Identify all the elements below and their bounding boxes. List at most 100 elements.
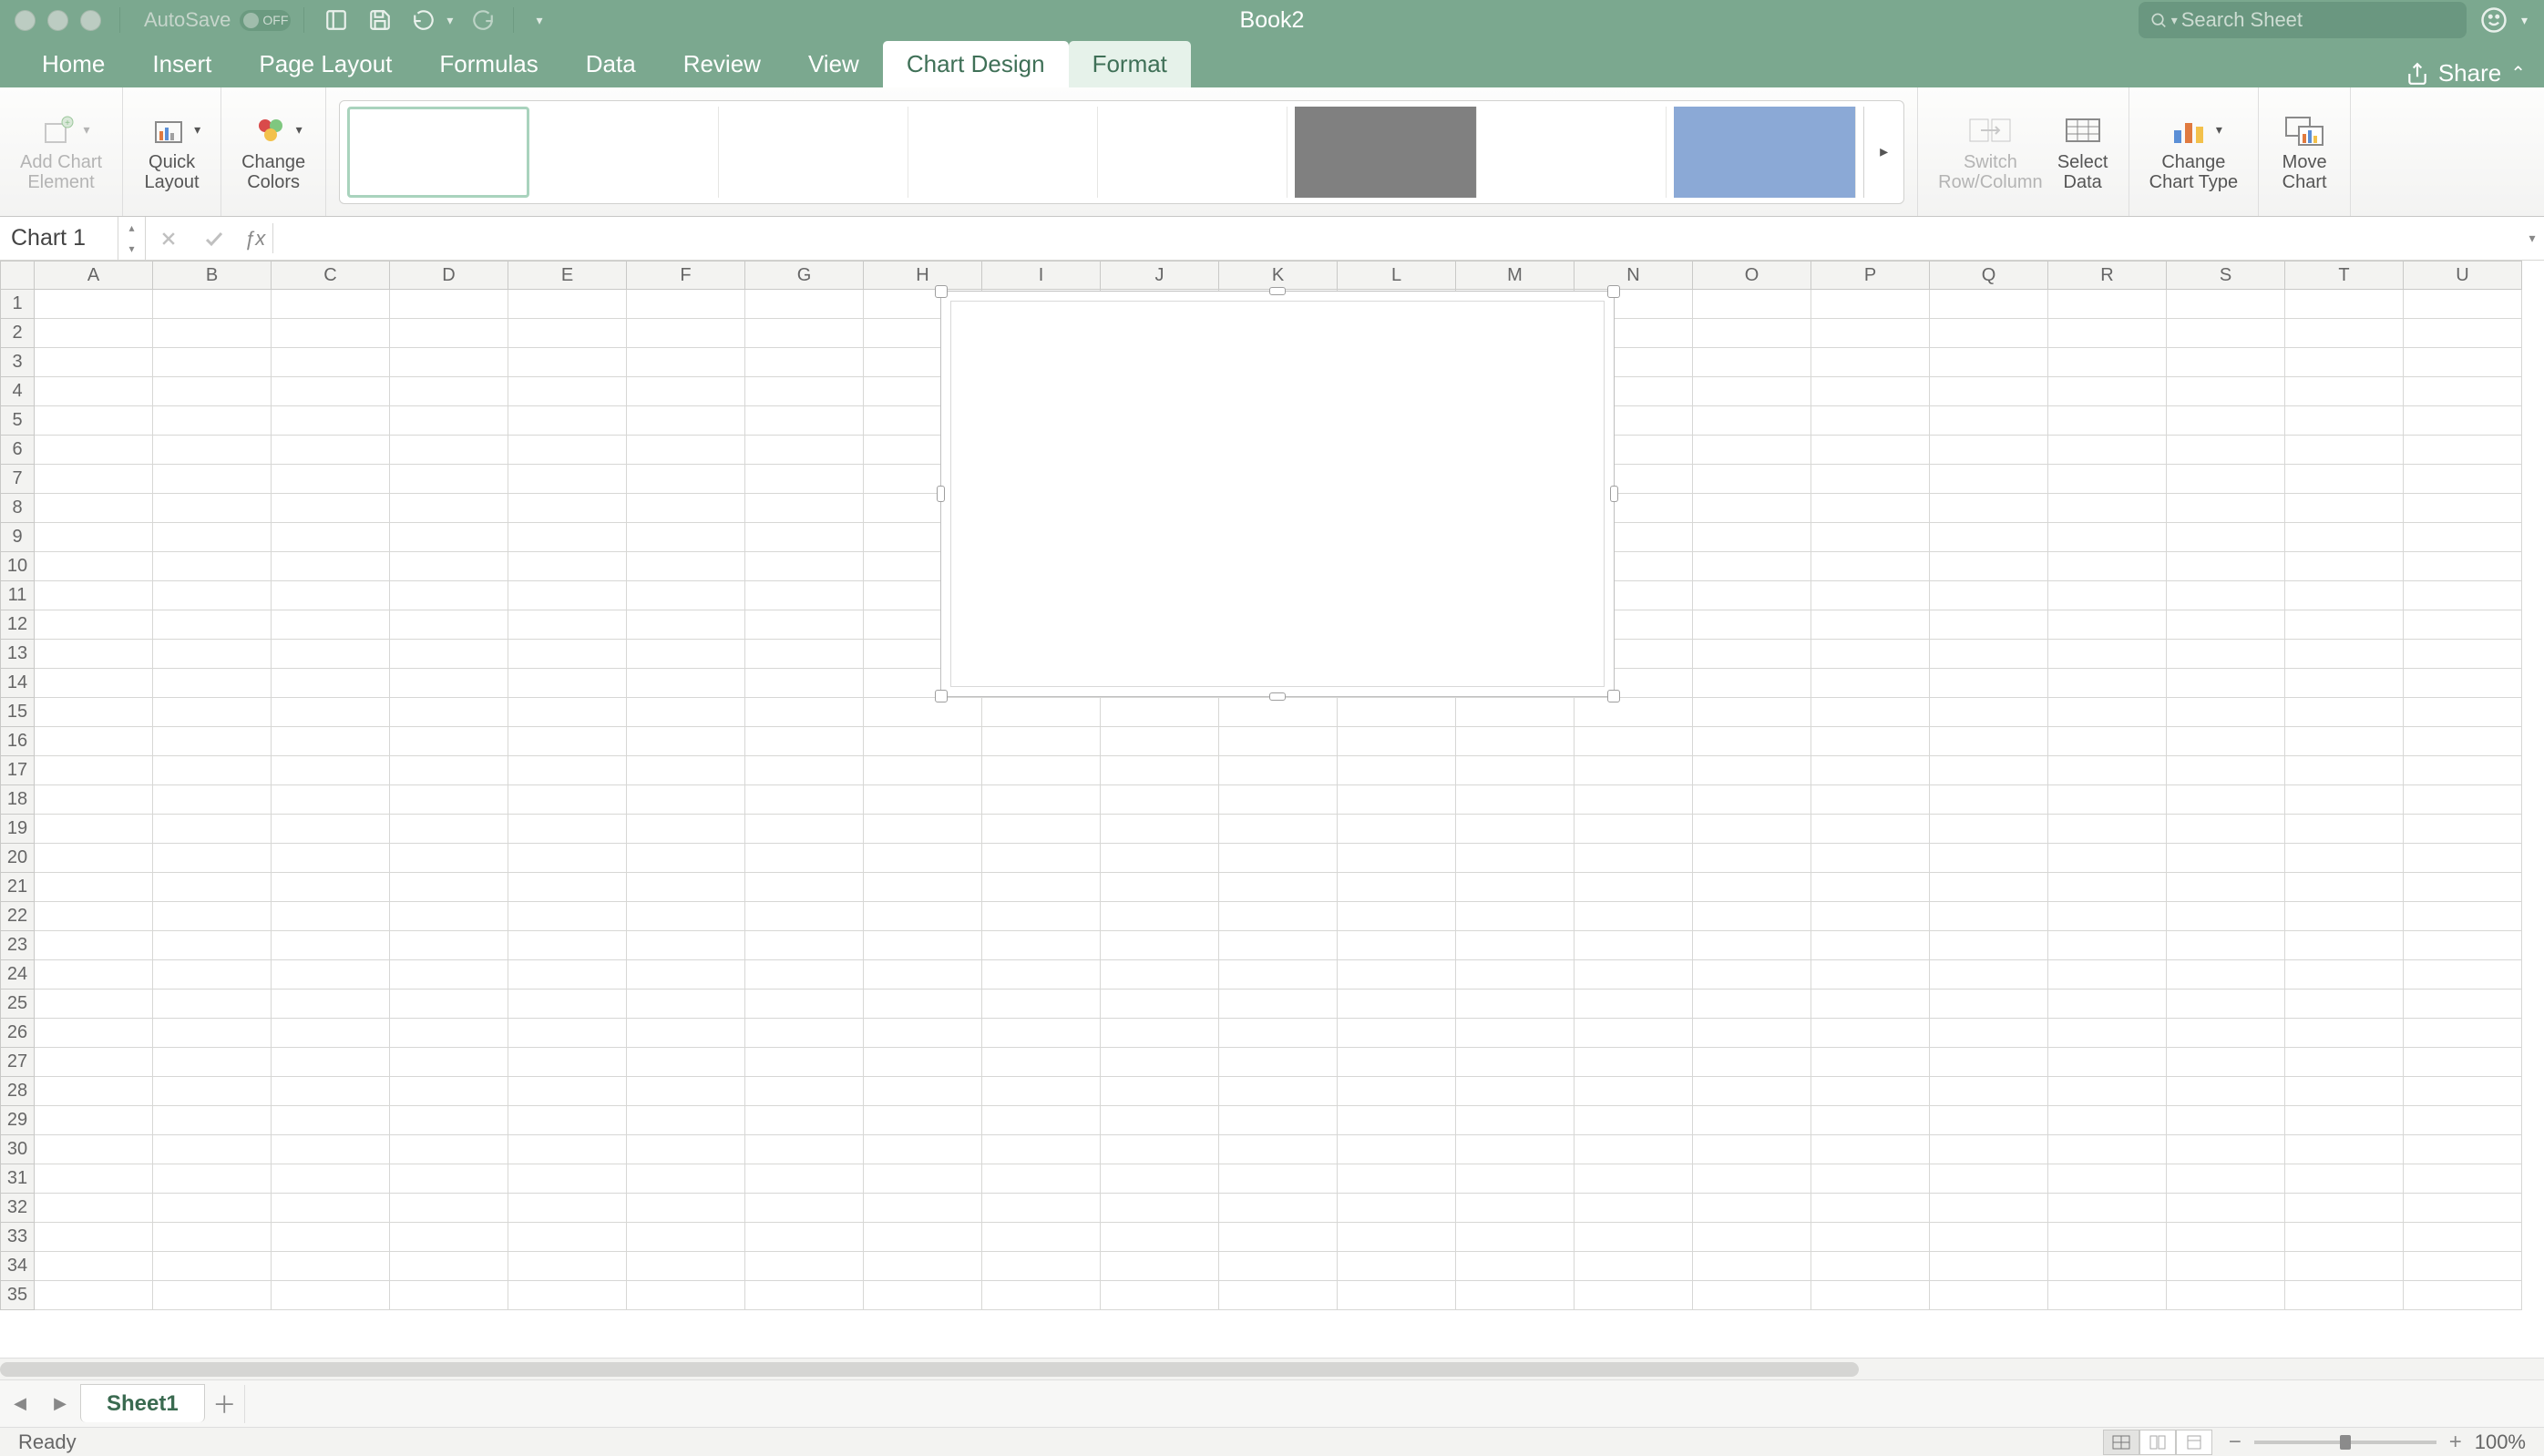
cell-D9[interactable]: [390, 523, 508, 552]
cell-F23[interactable]: [627, 931, 745, 960]
cell-E20[interactable]: [508, 844, 627, 873]
cell-E34[interactable]: [508, 1252, 627, 1281]
cell-J29[interactable]: [1101, 1106, 1219, 1135]
cell-P13[interactable]: [1811, 640, 1930, 669]
cell-F12[interactable]: [627, 610, 745, 640]
cell-L19[interactable]: [1338, 815, 1456, 844]
cell-T2[interactable]: [2285, 319, 2404, 348]
cell-H21[interactable]: [864, 873, 982, 902]
chevron-down-icon[interactable]: ▾: [118, 239, 145, 261]
cell-O33[interactable]: [1693, 1223, 1811, 1252]
cell-F13[interactable]: [627, 640, 745, 669]
cell-A12[interactable]: [35, 610, 153, 640]
cell-M26[interactable]: [1456, 1019, 1575, 1048]
cell-E5[interactable]: [508, 406, 627, 436]
cell-F26[interactable]: [627, 1019, 745, 1048]
cell-C14[interactable]: [272, 669, 390, 698]
cell-E31[interactable]: [508, 1164, 627, 1194]
cell-F31[interactable]: [627, 1164, 745, 1194]
cell-B11[interactable]: [153, 581, 272, 610]
cell-D14[interactable]: [390, 669, 508, 698]
cell-M19[interactable]: [1456, 815, 1575, 844]
cell-J25[interactable]: [1101, 989, 1219, 1019]
cell-C24[interactable]: [272, 960, 390, 989]
cell-R16[interactable]: [2048, 727, 2167, 756]
cell-H23[interactable]: [864, 931, 982, 960]
cell-D29[interactable]: [390, 1106, 508, 1135]
cell-A7[interactable]: [35, 465, 153, 494]
cell-P24[interactable]: [1811, 960, 1930, 989]
cell-U34[interactable]: [2404, 1252, 2522, 1281]
column-header-K[interactable]: K: [1219, 261, 1338, 290]
cell-M23[interactable]: [1456, 931, 1575, 960]
cell-N35[interactable]: [1575, 1281, 1693, 1310]
cell-N21[interactable]: [1575, 873, 1693, 902]
cell-H25[interactable]: [864, 989, 982, 1019]
cell-E23[interactable]: [508, 931, 627, 960]
cell-G25[interactable]: [745, 989, 864, 1019]
cell-U19[interactable]: [2404, 815, 2522, 844]
cell-K18[interactable]: [1219, 785, 1338, 815]
cell-U28[interactable]: [2404, 1077, 2522, 1106]
cell-T20[interactable]: [2285, 844, 2404, 873]
cell-R32[interactable]: [2048, 1194, 2167, 1223]
cell-E6[interactable]: [508, 436, 627, 465]
cell-K16[interactable]: [1219, 727, 1338, 756]
cell-A11[interactable]: [35, 581, 153, 610]
cell-D28[interactable]: [390, 1077, 508, 1106]
cell-Q28[interactable]: [1930, 1077, 2048, 1106]
cell-S22[interactable]: [2167, 902, 2285, 931]
sheet-nav-prev[interactable]: ◀: [0, 1394, 40, 1413]
cell-H22[interactable]: [864, 902, 982, 931]
row-header-35[interactable]: 35: [0, 1281, 35, 1310]
name-box-spinner[interactable]: ▴▾: [118, 217, 146, 260]
cell-F35[interactable]: [627, 1281, 745, 1310]
cell-Q20[interactable]: [1930, 844, 2048, 873]
cell-H27[interactable]: [864, 1048, 982, 1077]
cell-M28[interactable]: [1456, 1077, 1575, 1106]
row-header-12[interactable]: 12: [0, 610, 35, 640]
cell-G11[interactable]: [745, 581, 864, 610]
cell-Q23[interactable]: [1930, 931, 2048, 960]
cell-J17[interactable]: [1101, 756, 1219, 785]
cell-D16[interactable]: [390, 727, 508, 756]
cell-N22[interactable]: [1575, 902, 1693, 931]
cell-A20[interactable]: [35, 844, 153, 873]
cell-D30[interactable]: [390, 1135, 508, 1164]
cell-Q9[interactable]: [1930, 523, 2048, 552]
cell-E32[interactable]: [508, 1194, 627, 1223]
cell-L16[interactable]: [1338, 727, 1456, 756]
cell-G7[interactable]: [745, 465, 864, 494]
zoom-level[interactable]: 100%: [2475, 1430, 2526, 1454]
zoom-out-button[interactable]: −: [2229, 1430, 2241, 1455]
cell-T7[interactable]: [2285, 465, 2404, 494]
cell-O5[interactable]: [1693, 406, 1811, 436]
cell-U17[interactable]: [2404, 756, 2522, 785]
cell-O20[interactable]: [1693, 844, 1811, 873]
cell-U12[interactable]: [2404, 610, 2522, 640]
cell-O17[interactable]: [1693, 756, 1811, 785]
cell-E9[interactable]: [508, 523, 627, 552]
cell-U27[interactable]: [2404, 1048, 2522, 1077]
cell-H15[interactable]: [864, 698, 982, 727]
cell-F19[interactable]: [627, 815, 745, 844]
chart-styles-more-button[interactable]: ▸: [1863, 107, 1903, 198]
cell-B31[interactable]: [153, 1164, 272, 1194]
cell-T19[interactable]: [2285, 815, 2404, 844]
template-icon[interactable]: [323, 6, 350, 34]
cell-C19[interactable]: [272, 815, 390, 844]
cell-M29[interactable]: [1456, 1106, 1575, 1135]
row-header-6[interactable]: 6: [0, 436, 35, 465]
cell-G35[interactable]: [745, 1281, 864, 1310]
cell-P2[interactable]: [1811, 319, 1930, 348]
cell-H30[interactable]: [864, 1135, 982, 1164]
column-header-F[interactable]: F: [627, 261, 745, 290]
cell-G12[interactable]: [745, 610, 864, 640]
cell-A28[interactable]: [35, 1077, 153, 1106]
cell-G13[interactable]: [745, 640, 864, 669]
cell-U1[interactable]: [2404, 290, 2522, 319]
cell-S26[interactable]: [2167, 1019, 2285, 1048]
cell-N20[interactable]: [1575, 844, 1693, 873]
cell-R26[interactable]: [2048, 1019, 2167, 1048]
cell-C25[interactable]: [272, 989, 390, 1019]
